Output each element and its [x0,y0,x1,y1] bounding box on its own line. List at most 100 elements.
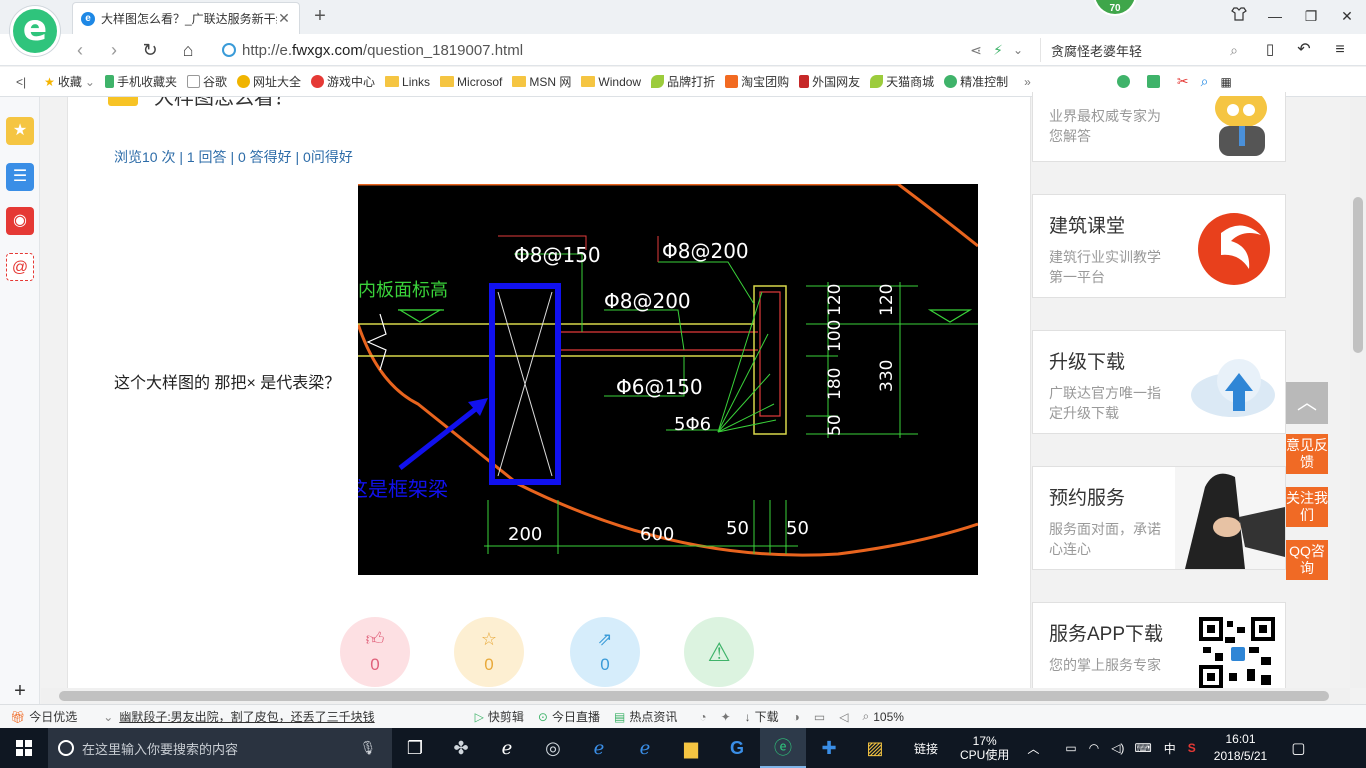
speed-icon[interactable]: ◔ [699,710,706,724]
clock[interactable]: 16:01 2018/5/21 [1214,731,1267,765]
live-item[interactable]: ⊙ 今日直播 [538,708,600,725]
translate-icon[interactable] [1146,75,1160,88]
taskbar-search-input[interactable]: 在这里输入你要搜索的内容 🎙︎ [48,728,392,768]
bookmark-folder[interactable]: Links [385,75,430,89]
volume-icon[interactable]: ◁) [1111,741,1124,755]
address-input[interactable]: http://e.fwxgx.com/question_1819007.html [222,36,962,64]
question-stats[interactable]: 浏览10 次 | 1 回答 | 0 答得好 | 0问得好 [114,147,353,167]
clean-icon[interactable]: ◑ [793,710,800,724]
horizontal-scrollbar[interactable] [41,688,1350,704]
forward-button[interactable]: › [100,36,128,64]
today-picks-item[interactable]: 🎁︎ 今日优选 [10,708,77,725]
start-button[interactable] [0,728,48,768]
bookmark-item[interactable]: 游戏中心 [311,73,375,90]
back-button[interactable]: ‹ [66,36,94,64]
zoom-item[interactable]: ⌕ 105% [863,709,904,724]
grid-apps-icon[interactable]: ▦ [1220,75,1231,89]
scissors-icon[interactable]: ✂ [1177,73,1189,90]
quick-clip-item[interactable]: ▷ 快剪辑 [475,708,524,725]
bookmark-item[interactable]: 天猫商城 [870,73,934,90]
g-app-icon[interactable]: G [714,728,760,768]
horizontal-scroll-thumb[interactable] [59,691,1329,701]
close-window-button[interactable]: ✕ [1330,4,1364,28]
bookmark-item[interactable]: ★ 收藏 ⌄ [44,73,95,90]
expert-card[interactable]: 业界最权威专家为您解答 [1032,88,1286,162]
bookmark-item[interactable]: 精准控制 [944,73,1008,90]
menu-icon[interactable]: ≡ [1326,36,1354,64]
app-download-card[interactable]: 服务APP下载 您的掌上服务专家 [1032,602,1286,692]
magnifier-icon[interactable]: ⌕ [1201,73,1209,90]
mute-icon[interactable]: ◁ [839,710,848,724]
edge-app-icon[interactable]: ℯ [576,728,622,768]
fan-app-icon[interactable]: ✤ [438,728,484,768]
skin-icon[interactable] [1222,4,1256,28]
new-tab-button[interactable]: + [308,4,332,28]
refresh-button[interactable]: ↻ [136,36,164,64]
vertical-scrollbar[interactable] [1350,97,1366,688]
notes-app-icon[interactable]: ▨ [852,728,898,768]
browser-app-icon[interactable]: ⓔ [760,728,806,768]
bookmark-folder[interactable]: Window [581,75,641,89]
reading-list-icon[interactable]: ☰ [6,163,34,191]
ime-indicator[interactable]: 中 [1164,740,1176,757]
microphone-icon[interactable]: 🎙︎ [359,740,376,756]
add-sidebar-item-icon[interactable]: + [6,677,34,705]
vertical-scroll-thumb[interactable] [1353,197,1363,353]
follow-us-button[interactable]: 关注我们 [1286,487,1328,527]
home-button[interactable]: ⌂ [174,36,202,64]
restore-button[interactable]: ❐ [1294,4,1328,28]
ie-app-icon[interactable]: ℯ [484,728,530,768]
back-to-top-button[interactable]: ︿ [1286,382,1328,424]
browser-logo-icon[interactable]: e [10,6,60,56]
favorites-star-icon[interactable]: ★ [6,117,34,145]
notification-icon[interactable]: ▢ [1291,739,1305,757]
like-button[interactable]: 👍︎ 0 [340,617,410,687]
favorite-button[interactable]: ☆ 0 [454,617,524,687]
network-icon[interactable]: ▭ [1065,741,1076,755]
bookmark-item[interactable]: 品牌打折 [651,73,715,90]
wallet-icon[interactable] [1116,75,1130,88]
weibo-icon[interactable]: ◉ [6,207,34,235]
show-hidden-icons[interactable]: ︿ [1027,740,1039,757]
task-view-icon[interactable]: ❐ [392,728,438,768]
appointment-card[interactable]: 预约服务 服务面对面，承诺心连心 [1032,466,1286,570]
keyboard-icon[interactable]: ⌨ [1134,741,1151,755]
bookmark-item[interactable]: 网址大全 [237,73,301,90]
mode-dropdown-icon[interactable]: ⌄ [1004,36,1032,64]
links-toolbar[interactable]: 链接 [914,740,938,757]
bookmark-item[interactable]: 手机收藏夹 [104,73,177,90]
download-item[interactable]: ↓ 下载 [745,708,779,725]
report-button[interactable]: ⚠ [684,617,754,687]
hot-news-item[interactable]: ▤ 热点资讯 [614,708,677,725]
search-input[interactable]: 贪腐怪老婆年轻 ⌕ [1040,38,1238,62]
news-ticker[interactable]: ⌄ 幽默段子:男友出院，割了皮包，还丢了三千块钱 [103,708,374,725]
mobile-icon[interactable]: ▯ [1256,36,1284,64]
swirl-app-icon[interactable]: ◎ [530,728,576,768]
undo-icon[interactable]: ↶ [1290,36,1318,64]
upgrade-card[interactable]: 升级下载 广联达官方唯一指定升级下载 [1032,330,1286,434]
sidebar-toggle-icon[interactable]: <| [16,75,26,89]
window-icon[interactable]: ▭ [814,710,825,724]
bookmark-item[interactable]: 谷歌 [186,73,227,90]
bookmark-folder[interactable]: Microsof [440,75,502,89]
tab-close-icon[interactable]: ✕ [277,10,291,27]
plus-app-icon[interactable]: ✚ [806,728,852,768]
feedback-button[interactable]: 意见反馈 [1286,434,1328,474]
minimize-button[interactable]: ― [1258,4,1292,28]
tab-active[interactable]: e 大样图怎么看？_广联达服务新干线 ✕ [72,2,300,34]
file-explorer-icon[interactable]: ▆ [668,728,714,768]
share-button[interactable]: ⇗ 0 [570,617,640,687]
bookmark-folder[interactable]: MSN 网 [512,73,571,90]
qq-consult-button[interactable]: QQ咨询 [1286,540,1328,580]
bookmark-item[interactable]: 淘宝团购 [725,73,789,90]
bookmark-item[interactable]: 外国网友 [799,73,860,90]
sogou-ime-icon[interactable]: S [1188,741,1196,755]
more-bookmarks-icon[interactable]: » [1024,75,1031,89]
mail-icon[interactable]: @ [6,253,34,281]
wifi-icon[interactable]: ◠ [1089,741,1099,755]
cad-drawing-image[interactable]: Φ8@150 Φ8@200 Φ8@200 Φ6@150 5Φ6 内板面标高 这是… [358,184,978,575]
cpu-meter[interactable]: 17% CPU使用 [960,734,1009,762]
pin-icon[interactable]: ✦ [721,710,731,724]
ie-blue-app-icon[interactable]: ℯ [622,728,668,768]
course-card[interactable]: 建筑课堂 建筑行业实训教学第一平台 [1032,194,1286,298]
